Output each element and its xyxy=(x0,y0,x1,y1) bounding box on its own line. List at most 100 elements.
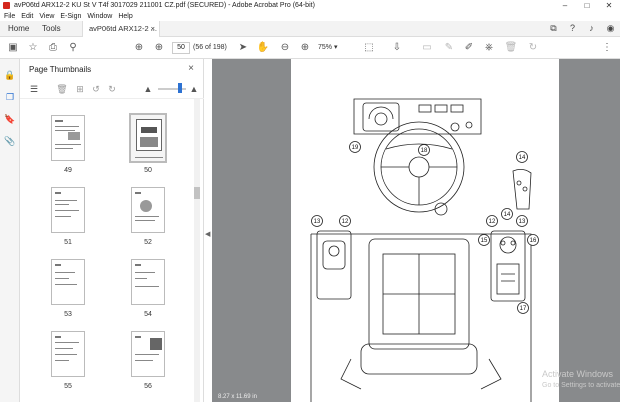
close-panel-icon[interactable]: × xyxy=(188,63,194,74)
callout-label: 14 xyxy=(519,155,526,161)
zoom-out-icon[interactable]: ⊖ xyxy=(278,41,292,55)
thumbnails-title: Page Thumbnails xyxy=(29,65,92,74)
zoom-in-thumbnails-icon[interactable]: ▲ xyxy=(188,83,200,95)
acrobat-app-icon xyxy=(3,2,10,9)
previous-page-icon[interactable]: ⊕ xyxy=(132,41,146,55)
main-toolbar: ▣ ☆ ⎙ ⚲ ⊕ ⊕ 50 (56 of 198) ➤ ✋ ⊖ ⊕ 75% ▾… xyxy=(0,37,620,59)
tab-document-label: avP06td ARX12-2 ... xyxy=(89,24,157,33)
watermark-line1: Activate Windows xyxy=(542,369,614,379)
page-number-input[interactable]: 50 xyxy=(172,42,190,54)
save-icon[interactable]: ▣ xyxy=(6,41,20,55)
tab-document[interactable]: avP06td ARX12-2 ... × xyxy=(82,21,160,37)
scrollbar-thumb[interactable] xyxy=(194,187,200,199)
help-icon[interactable]: ? xyxy=(567,23,578,34)
menu-file[interactable]: File xyxy=(4,13,15,20)
callout-label: 13 xyxy=(519,219,526,225)
thumbnail-page-selected[interactable] xyxy=(129,113,167,163)
thumbnail-label: 51 xyxy=(64,239,72,246)
stamp-icon[interactable]: ⎈ xyxy=(482,41,496,55)
collapse-panel-icon[interactable]: ◀ xyxy=(205,230,210,238)
rotate-left-icon[interactable]: ↺ xyxy=(90,83,102,95)
tab-bar-icons: ⧉ ? ♪ ◉ xyxy=(548,23,616,34)
callout-label: 14 xyxy=(504,212,511,218)
minimize-button[interactable]: – xyxy=(554,0,576,11)
account-icon[interactable]: ◉ xyxy=(605,23,616,34)
attachment-icon[interactable]: 📎 xyxy=(4,135,16,147)
callout-label: 12 xyxy=(342,219,349,225)
thumbnails-header: Page Thumbnails × xyxy=(20,59,204,79)
comment-icon[interactable]: ▭ xyxy=(420,41,434,55)
delete-icon[interactable]: 🗑 xyxy=(504,41,518,55)
zoom-level-dropdown[interactable]: 75% ▾ xyxy=(318,42,348,54)
activate-windows-watermark: Activate Windows Go to Settings to activ… xyxy=(542,369,620,391)
menu-edit[interactable]: Edit xyxy=(21,13,33,20)
share-screen-icon[interactable]: ⧉ xyxy=(548,23,559,34)
tractor-cab-drawing: 19 18 14 13 12 12 14 13 15 16 17 xyxy=(310,98,539,402)
thumbnails-toolbar: ☰ 🗑 ⊞ ↺ ↻ ▲ ▲ xyxy=(20,79,204,99)
page-thumbnails-panel: Page Thumbnails × ☰ 🗑 ⊞ ↺ ↻ ▲ ▲ 49 50 51… xyxy=(20,59,204,402)
more-tools-icon[interactable]: ⋮ xyxy=(600,41,614,55)
window-title: avP06td ARX12-2 KU St V T4f 3017029 2110… xyxy=(14,2,315,9)
thumbnail-page[interactable] xyxy=(51,187,85,233)
thumbnail-page[interactable] xyxy=(51,115,85,161)
thumbnail-page[interactable] xyxy=(51,259,85,305)
document-view[interactable]: 19 18 14 13 12 12 14 13 15 16 17 8.27 x … xyxy=(212,59,620,402)
window-controls: – □ ✕ xyxy=(554,0,620,11)
menu-view[interactable]: View xyxy=(39,13,54,20)
rotate-icon[interactable]: ↻ xyxy=(526,41,540,55)
scroll-mode-icon[interactable]: ⇩ xyxy=(390,41,404,55)
thumbnail-label: 56 xyxy=(144,383,152,390)
close-window-button[interactable]: ✕ xyxy=(598,0,620,11)
tab-close-icon[interactable]: × xyxy=(151,21,155,37)
callout-label: 18 xyxy=(421,148,428,154)
bookmark-icon[interactable]: 🔖 xyxy=(4,113,16,125)
draw-icon[interactable]: ✐ xyxy=(462,41,476,55)
menu-window[interactable]: Window xyxy=(87,13,112,20)
thumbnail-label: 54 xyxy=(144,311,152,318)
lock-icon[interactable]: 🔒 xyxy=(4,69,16,81)
select-cursor-icon[interactable]: ➤ xyxy=(236,41,250,55)
tab-home[interactable]: Home xyxy=(2,21,35,37)
callout-label: 15 xyxy=(481,238,488,244)
page-size-label: 8.27 x 11.69 in xyxy=(218,394,257,400)
callout-label: 19 xyxy=(352,145,359,151)
thumbnail-page[interactable] xyxy=(51,331,85,377)
tab-tools[interactable]: Tools xyxy=(36,21,67,37)
tab-bar: Home Tools avP06td ARX12-2 ... × ⧉ ? ♪ ◉ xyxy=(0,21,620,37)
menu-bar: File Edit View E-Sign Window Help xyxy=(0,11,620,21)
insert-page-icon[interactable]: ⊞ xyxy=(74,83,86,95)
hand-tool-icon[interactable]: ✋ xyxy=(256,41,270,55)
callout-label: 12 xyxy=(489,219,496,225)
zoom-level-value: 75% xyxy=(318,44,333,51)
highlight-pen-icon[interactable]: ✎ xyxy=(442,41,456,55)
thumbnail-label: 53 xyxy=(64,311,72,318)
zoom-in-icon[interactable]: ⊕ xyxy=(298,41,312,55)
next-page-icon[interactable]: ⊕ xyxy=(152,41,166,55)
thumbnail-list: 49 50 51 52 53 54 55 56 xyxy=(20,99,196,402)
fit-page-icon[interactable]: ⬚ xyxy=(362,41,376,55)
slider-handle[interactable] xyxy=(178,83,182,93)
menu-help[interactable]: Help xyxy=(118,13,132,20)
thumbnail-label: 49 xyxy=(64,167,72,174)
thumbnails-scrollbar[interactable] xyxy=(194,99,200,402)
page-count-label: (56 of 198) xyxy=(193,44,227,51)
thumbnail-page[interactable] xyxy=(131,259,165,305)
menu-esign[interactable]: E-Sign xyxy=(60,13,81,20)
options-menu-icon[interactable]: ☰ xyxy=(28,83,40,95)
callout-label: 17 xyxy=(520,306,527,312)
zoom-out-thumbnails-icon[interactable]: ▲ xyxy=(142,83,154,95)
rotate-right-icon[interactable]: ↻ xyxy=(106,83,118,95)
page-thumbnails-icon[interactable]: ❐ xyxy=(4,91,16,103)
search-icon[interactable]: ⚲ xyxy=(66,41,80,55)
thumbnail-page[interactable] xyxy=(131,331,165,377)
title-bar: avP06td ARX12-2 KU St V T4f 3017029 2110… xyxy=(0,0,620,11)
pdf-page: 19 18 14 13 12 12 14 13 15 16 17 xyxy=(291,59,559,402)
delete-page-icon[interactable]: 🗑 xyxy=(56,83,68,95)
bookmark-star-icon[interactable]: ☆ xyxy=(26,41,40,55)
maximize-button[interactable]: □ xyxy=(576,0,598,11)
notifications-icon[interactable]: ♪ xyxy=(586,23,597,34)
print-icon[interactable]: ⎙ xyxy=(46,41,60,55)
thumbnail-label: 50 xyxy=(144,167,152,174)
left-navigation-rail: 🔒 ❐ 🔖 📎 xyxy=(0,59,20,402)
thumbnail-page[interactable] xyxy=(131,187,165,233)
